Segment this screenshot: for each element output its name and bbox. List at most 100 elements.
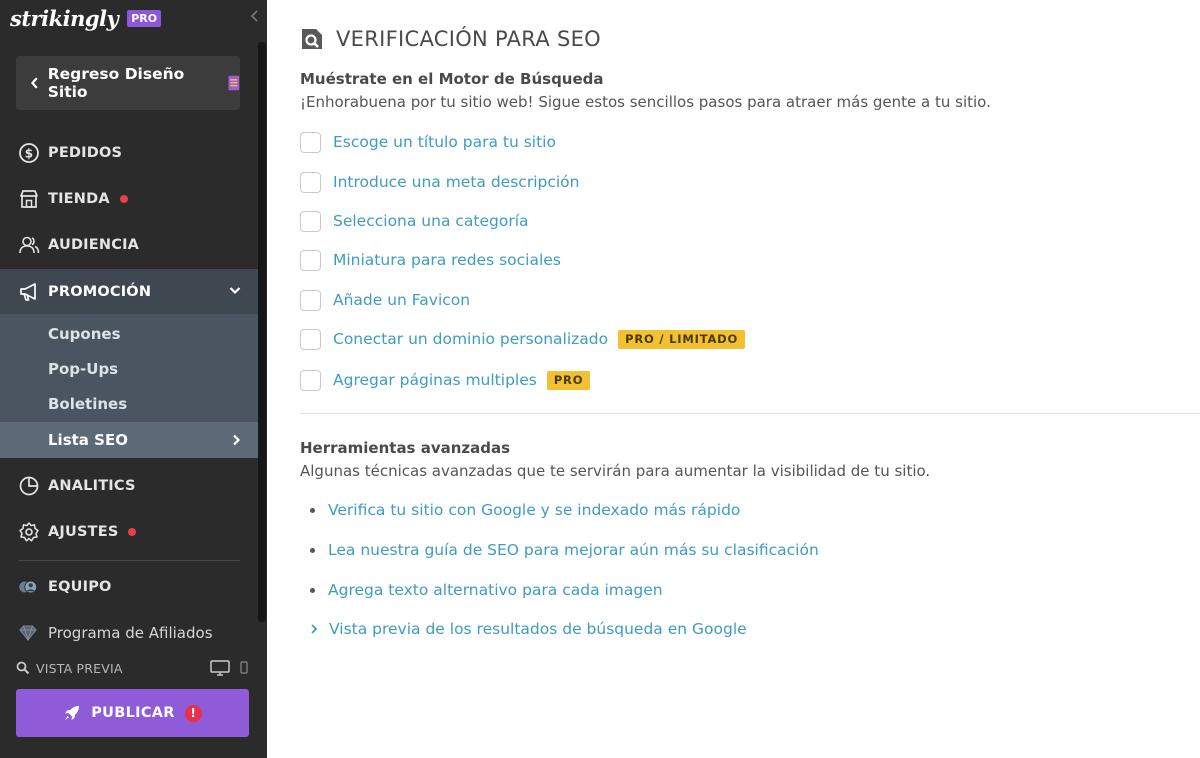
submenu-item-boletines[interactable]: Boletines — [0, 386, 258, 422]
sidebar-item-promocion[interactable]: PROMOCIÓN — [0, 269, 258, 314]
document-icon — [228, 75, 240, 91]
sidebar-item-label: AJUSTES — [48, 524, 119, 540]
sidebar-item-analitics[interactable]: ANALITICS — [0, 464, 258, 508]
checklist-checkbox[interactable] — [300, 369, 321, 391]
chevron-left-icon[interactable] — [248, 8, 262, 24]
megaphone-icon — [18, 281, 40, 303]
bullet-dot — [310, 547, 315, 553]
submenu-item-cupones[interactable]: Cupones — [0, 316, 258, 352]
promocion-submenu: Cupones Pop-Ups Boletines Lista SEO — [0, 314, 258, 458]
checklist-item: Selecciona una categoría — [300, 210, 529, 232]
sidebar-item-label: PROMOCIÓN — [48, 283, 152, 300]
search-preview-link[interactable]: Vista previa de los resultados de búsque… — [329, 620, 747, 638]
sidebar-item-label: EQUIPO — [48, 579, 112, 595]
checklist-checkbox[interactable] — [300, 328, 321, 350]
checklist-link[interactable]: Miniatura para redes sociales — [333, 251, 561, 269]
bullet-dot — [310, 587, 315, 593]
store-icon — [18, 188, 40, 210]
notification-dot — [128, 528, 137, 536]
svg-text:$: $ — [25, 147, 34, 161]
chevron-left-icon — [30, 77, 38, 89]
device-toggle — [210, 660, 248, 676]
logo-row: strikingly PRO — [10, 4, 162, 32]
submenu-item-label: Lista SEO — [48, 431, 128, 449]
rocket-icon — [65, 706, 80, 720]
main-content: VERIFICACIÓN PARA SEO Muéstrate en el Mo… — [300, 0, 1200, 758]
bullet-dot — [310, 507, 315, 513]
advanced-link-google-verify[interactable]: Verifica tu sitio con Google y se indexa… — [328, 501, 740, 519]
sidebar-divider — [18, 560, 240, 561]
checklist-link[interactable]: Selecciona una categoría — [333, 212, 529, 230]
sidebar-item-label: TIENDA — [48, 191, 110, 207]
checklist-item: Miniatura para redes sociales — [300, 249, 561, 271]
desktop-icon[interactable] — [210, 660, 230, 676]
section-divider — [300, 413, 1200, 414]
sidebar-item-equipo[interactable]: EQUIPO — [0, 565, 258, 609]
strikingly-logo: strikingly — [10, 5, 119, 31]
list-item: Lea nuestra guía de SEO para mejorar aún… — [310, 539, 819, 561]
submenu-item-popups[interactable]: Pop-Ups — [0, 351, 258, 387]
checklist-checkbox[interactable] — [300, 249, 321, 271]
affiliate-program-link[interactable]: Programa de Afiliados — [18, 622, 213, 644]
publish-button[interactable]: PUBLICAR ! — [16, 689, 249, 737]
sidebar-item-label: AUDIENCIA — [48, 237, 140, 253]
advanced-link-alt-text[interactable]: Agrega texto alternativo para cada image… — [328, 581, 663, 599]
checklist-link[interactable]: Introduce una meta descripción — [333, 173, 579, 191]
section-title-advanced-tools: Herramientas avanzadas — [300, 439, 511, 457]
mobile-icon[interactable] — [240, 661, 248, 675]
affiliate-program-label: Programa de Afiliados — [48, 624, 213, 642]
checklist-item: Introduce una meta descripción — [300, 171, 579, 193]
advanced-link-seo-guide[interactable]: Lea nuestra guía de SEO para mejorar aún… — [328, 541, 819, 559]
list-item: Agrega texto alternativo para cada image… — [310, 579, 663, 601]
checklist-checkbox[interactable] — [300, 289, 321, 311]
chevron-down-icon — [229, 287, 241, 295]
page-title-text: VERIFICACIÓN PARA SEO — [336, 27, 602, 51]
sidebar-item-audiencia[interactable]: AUDIENCIA — [0, 223, 258, 267]
pie-chart-icon — [18, 475, 40, 497]
back-to-design-button[interactable]: Regreso Diseño Sitio — [16, 56, 240, 110]
sidebar-item-ajustes[interactable]: AJUSTES — [0, 510, 258, 554]
checklist-link[interactable]: Conectar un dominio personalizado — [333, 330, 608, 348]
sidebar-item-label: PEDIDOS — [48, 145, 123, 161]
preview-row: VISTA PREVIA — [16, 658, 248, 678]
checklist-item: Agregar páginas multiples PRO — [300, 369, 591, 391]
preview-link[interactable]: VISTA PREVIA — [36, 661, 123, 676]
checklist-item: Conectar un dominio personalizado PRO / … — [300, 328, 746, 350]
section-title-search-engine: Muéstrate en el Motor de Búsqueda — [300, 70, 604, 88]
sidebar-item-label: ANALITICS — [48, 478, 136, 494]
checklist-checkbox[interactable] — [300, 210, 321, 232]
chevron-right-icon — [233, 434, 241, 446]
dollar-circle-icon: $ — [18, 142, 40, 164]
gear-icon — [18, 521, 40, 543]
sidebar-item-tienda[interactable]: TIENDA — [0, 177, 258, 221]
submenu-item-lista-seo[interactable]: Lista SEO — [0, 422, 258, 458]
diamond-icon — [19, 625, 37, 641]
app-root: strikingly PRO Regreso Diseño Sitio $ PE… — [0, 0, 1200, 758]
checklist-checkbox[interactable] — [300, 171, 321, 193]
pro-limited-tag: PRO / LIMITADO — [618, 329, 746, 349]
checklist-link[interactable]: Añade un Favicon — [333, 291, 470, 309]
checklist-link[interactable]: Escoge un título para tu sitio — [333, 133, 556, 151]
page-title: VERIFICACIÓN PARA SEO — [300, 24, 601, 54]
publish-alert-badge: ! — [184, 704, 202, 722]
sidebar: strikingly PRO Regreso Diseño Sitio $ PE… — [0, 0, 267, 758]
seo-search-icon — [302, 29, 322, 49]
checklist-checkbox[interactable] — [300, 131, 321, 153]
section-description-advanced-tools: Algunas técnicas avanzadas que te servir… — [300, 462, 931, 480]
team-avatars-icon — [18, 576, 40, 598]
back-button-label: Regreso Diseño Sitio — [47, 65, 185, 101]
checklist-item: Añade un Favicon — [300, 289, 470, 311]
sidebar-scrollbar[interactable] — [258, 42, 266, 622]
checklist-link[interactable]: Agregar páginas multiples — [333, 371, 537, 389]
users-icon — [18, 234, 40, 256]
notification-dot — [119, 195, 128, 203]
section-description-search-engine: ¡Enhorabuena por tu sitio web! Sigue est… — [300, 93, 991, 111]
list-item: Verifica tu sitio con Google y se indexa… — [310, 499, 740, 521]
sidebar-item-pedidos[interactable]: $ PEDIDOS — [0, 131, 258, 175]
pro-tag: PRO — [546, 370, 591, 390]
expandable-item[interactable]: Vista previa de los resultados de búsque… — [310, 618, 747, 640]
plan-badge: PRO — [127, 9, 162, 27]
search-icon — [16, 661, 30, 675]
chevron-right-icon — [311, 624, 318, 634]
checklist-item: Escoge un título para tu sitio — [300, 131, 556, 153]
